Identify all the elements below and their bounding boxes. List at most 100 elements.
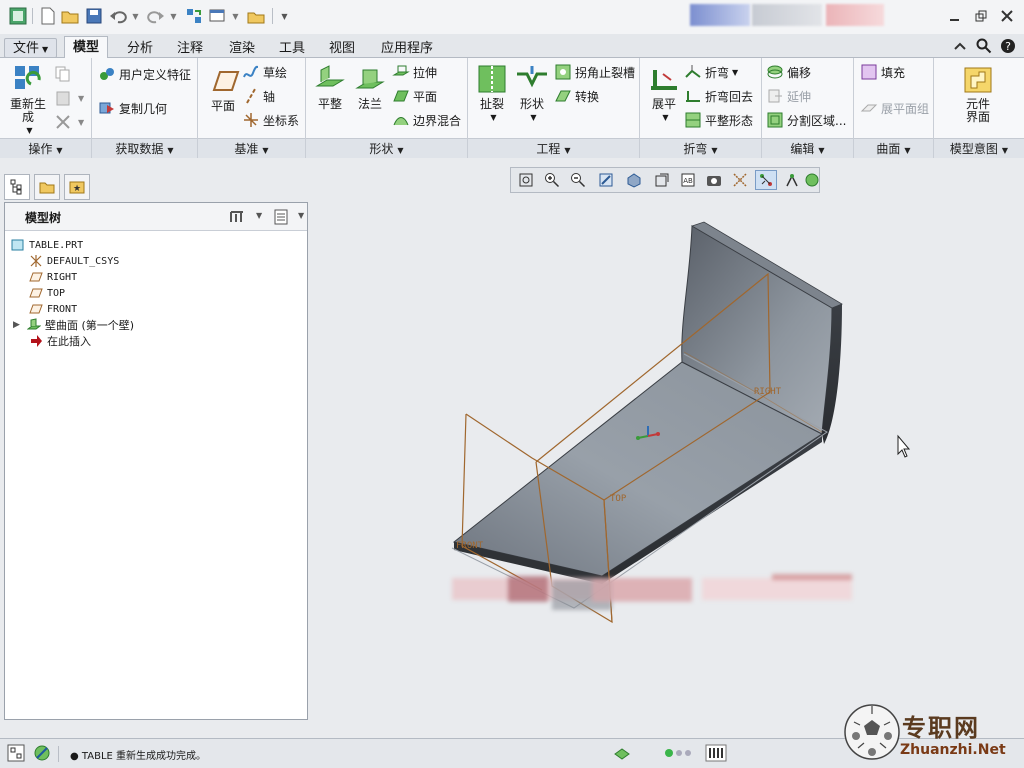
flat-pattern-button[interactable]: 平整形态 bbox=[684, 110, 753, 130]
tab-render[interactable]: 渲染 bbox=[220, 38, 264, 58]
group-label-datum[interactable]: 基准 ▼ bbox=[198, 138, 305, 158]
regenerate-button[interactable]: 重新生成 ▼ bbox=[6, 64, 50, 137]
favorites-tab-icon[interactable]: ★ bbox=[64, 174, 90, 200]
view-manager-icon[interactable]: AB bbox=[677, 170, 699, 190]
datum-plane-button[interactable]: 平面 bbox=[204, 66, 242, 113]
redo-dropdown-icon[interactable]: ▼ bbox=[166, 6, 178, 26]
regen-status-icon[interactable] bbox=[612, 743, 632, 763]
restore-icon[interactable] bbox=[972, 8, 990, 24]
bend-back-button[interactable]: 折弯回去 bbox=[684, 86, 753, 106]
windows-icon[interactable] bbox=[208, 6, 228, 26]
group-label-bends[interactable]: 折弯 ▼ bbox=[640, 138, 761, 158]
saved-orientations-icon[interactable] bbox=[651, 170, 673, 190]
refit-icon[interactable] bbox=[515, 170, 537, 190]
rip-button[interactable]: 扯裂 ▼ bbox=[472, 64, 512, 124]
group-label-get-data[interactable]: 获取数据 ▼ bbox=[92, 138, 197, 158]
split-area-button[interactable]: 分割区域... bbox=[766, 110, 846, 130]
help-icon[interactable]: ? bbox=[998, 36, 1018, 56]
tree-item-right[interactable]: RIGHT bbox=[29, 269, 77, 285]
datum-display-filters-icon[interactable] bbox=[729, 170, 751, 190]
repaint-icon[interactable] bbox=[595, 170, 617, 190]
toggle-navigator-icon[interactable] bbox=[6, 743, 26, 763]
flange-wall-button[interactable]: 法兰 bbox=[350, 64, 390, 111]
tree-show-icon[interactable] bbox=[271, 207, 291, 227]
zoom-out-icon[interactable] bbox=[567, 170, 589, 190]
copy-icon[interactable] bbox=[54, 64, 75, 84]
minimize-ribbon-icon[interactable] bbox=[950, 36, 970, 56]
extend-icon bbox=[768, 89, 782, 103]
customize-quick-access-icon[interactable]: ▼ bbox=[276, 6, 290, 26]
boundary-blend-button[interactable]: 边界混合 bbox=[392, 110, 461, 130]
paste-icon[interactable]: ▼ bbox=[54, 88, 84, 108]
bend-button[interactable]: 折弯 ▼ bbox=[684, 62, 738, 82]
unbend-button[interactable]: 展平 ▼ bbox=[644, 64, 684, 124]
tree-settings-icon[interactable] bbox=[227, 207, 247, 227]
group-label-surfaces[interactable]: 曲面 ▼ bbox=[854, 138, 933, 158]
selection-filter-icon[interactable] bbox=[704, 743, 728, 763]
convert-button[interactable]: 转换 bbox=[554, 86, 599, 106]
windows-dropdown-icon[interactable]: ▼ bbox=[228, 6, 240, 26]
group-label-shapes[interactable]: 形状 ▼ bbox=[306, 138, 467, 158]
user-defined-feature-button[interactable]: 用户定义特征 bbox=[98, 64, 191, 84]
flatten-quilt-button[interactable]: 展平面组 bbox=[860, 98, 929, 118]
expand-arrow-icon[interactable]: ▶ bbox=[13, 320, 27, 330]
toggle-browser-icon[interactable] bbox=[32, 743, 52, 763]
group-label-engineering[interactable]: 工程 ▼ bbox=[468, 138, 639, 158]
group-engineering: 扯裂 ▼ 形状 ▼ 拐角止裂槽 转换 工程 ▼ bbox=[468, 58, 640, 158]
zoom-in-icon[interactable] bbox=[541, 170, 563, 190]
appearance-gallery-icon[interactable] bbox=[805, 170, 819, 190]
group-label-model-intent[interactable]: 模型意图 ▼ bbox=[934, 138, 1024, 158]
model-tree-tab-icon[interactable] bbox=[4, 174, 30, 200]
open-folder-icon[interactable] bbox=[60, 6, 80, 26]
display-style-icon[interactable] bbox=[623, 170, 645, 190]
form-button[interactable]: 形状 ▼ bbox=[512, 64, 552, 124]
perspective-icon[interactable] bbox=[703, 170, 725, 190]
annotation-display-icon[interactable] bbox=[781, 170, 803, 190]
csys-button[interactable]: 坐标系 bbox=[242, 110, 299, 130]
tree-settings-dropdown-icon[interactable]: ▼ bbox=[256, 211, 262, 220]
datum-axis-button[interactable]: 轴 bbox=[242, 86, 275, 106]
close-icon[interactable] bbox=[998, 8, 1016, 24]
extend-button[interactable]: 延伸 bbox=[766, 86, 811, 106]
fill-button[interactable]: 填充 bbox=[860, 62, 905, 82]
tab-applications[interactable]: 应用程序 bbox=[372, 38, 442, 58]
folder-browser-tab-icon[interactable] bbox=[34, 174, 60, 200]
tree-show-dropdown-icon[interactable]: ▼ bbox=[298, 211, 304, 220]
tab-annotate[interactable]: 注释 bbox=[168, 38, 212, 58]
sheetmetal-model-render: RIGHT TOP FRONT bbox=[451, 221, 911, 624]
delete-icon[interactable]: ▼ bbox=[54, 112, 84, 132]
copy-geometry-button[interactable]: 复制几何 bbox=[98, 98, 167, 118]
undo-icon[interactable] bbox=[108, 6, 128, 26]
group-label-operations[interactable]: 操作 ▼ bbox=[0, 138, 91, 158]
component-interface-button[interactable]: 元件界面 bbox=[952, 64, 1004, 124]
new-file-icon[interactable] bbox=[38, 6, 58, 26]
tab-file[interactable]: 文件 ▼ bbox=[4, 38, 58, 58]
sketch-button[interactable]: 草绘 bbox=[242, 62, 287, 82]
tree-item-part[interactable]: TABLE.PRT bbox=[11, 237, 83, 253]
tree-item-top[interactable]: TOP bbox=[29, 285, 65, 301]
graphics-viewport[interactable]: RIGHT TOP FRONT bbox=[312, 196, 1024, 736]
spin-center-icon[interactable] bbox=[755, 170, 777, 190]
offset-button[interactable]: 偏移 bbox=[766, 62, 811, 82]
extrude-button[interactable]: 拉伸 bbox=[392, 62, 437, 82]
minimize-icon[interactable] bbox=[946, 8, 964, 24]
tree-item-insert-here[interactable]: 在此插入 bbox=[29, 333, 91, 349]
tab-model[interactable]: 模型 bbox=[64, 36, 109, 59]
tree-item-front[interactable]: FRONT bbox=[29, 301, 77, 317]
corner-relief-button[interactable]: 拐角止裂槽 bbox=[554, 62, 635, 82]
save-icon[interactable] bbox=[84, 6, 104, 26]
close-window-folder-icon[interactable] bbox=[246, 6, 266, 26]
undo-dropdown-icon[interactable]: ▼ bbox=[128, 6, 140, 26]
planar-button[interactable]: 平面 bbox=[392, 86, 437, 106]
tab-view[interactable]: 视图 bbox=[320, 38, 364, 58]
regenerate-quick-icon[interactable] bbox=[184, 6, 204, 26]
redo-icon[interactable] bbox=[146, 6, 166, 26]
group-label-editing[interactable]: 编辑 ▼ bbox=[762, 138, 853, 158]
flat-wall-button[interactable]: 平整 bbox=[310, 64, 350, 111]
tree-item-default-csys[interactable]: DEFAULT_CSYS bbox=[29, 253, 119, 269]
tree-item-wall-surface[interactable]: ▶ 壁曲面 (第一个壁) bbox=[13, 317, 134, 333]
tab-tools[interactable]: 工具 bbox=[270, 38, 314, 58]
app-logo-icon[interactable] bbox=[8, 6, 28, 26]
search-icon[interactable] bbox=[974, 36, 994, 56]
tab-analysis[interactable]: 分析 bbox=[118, 38, 162, 58]
